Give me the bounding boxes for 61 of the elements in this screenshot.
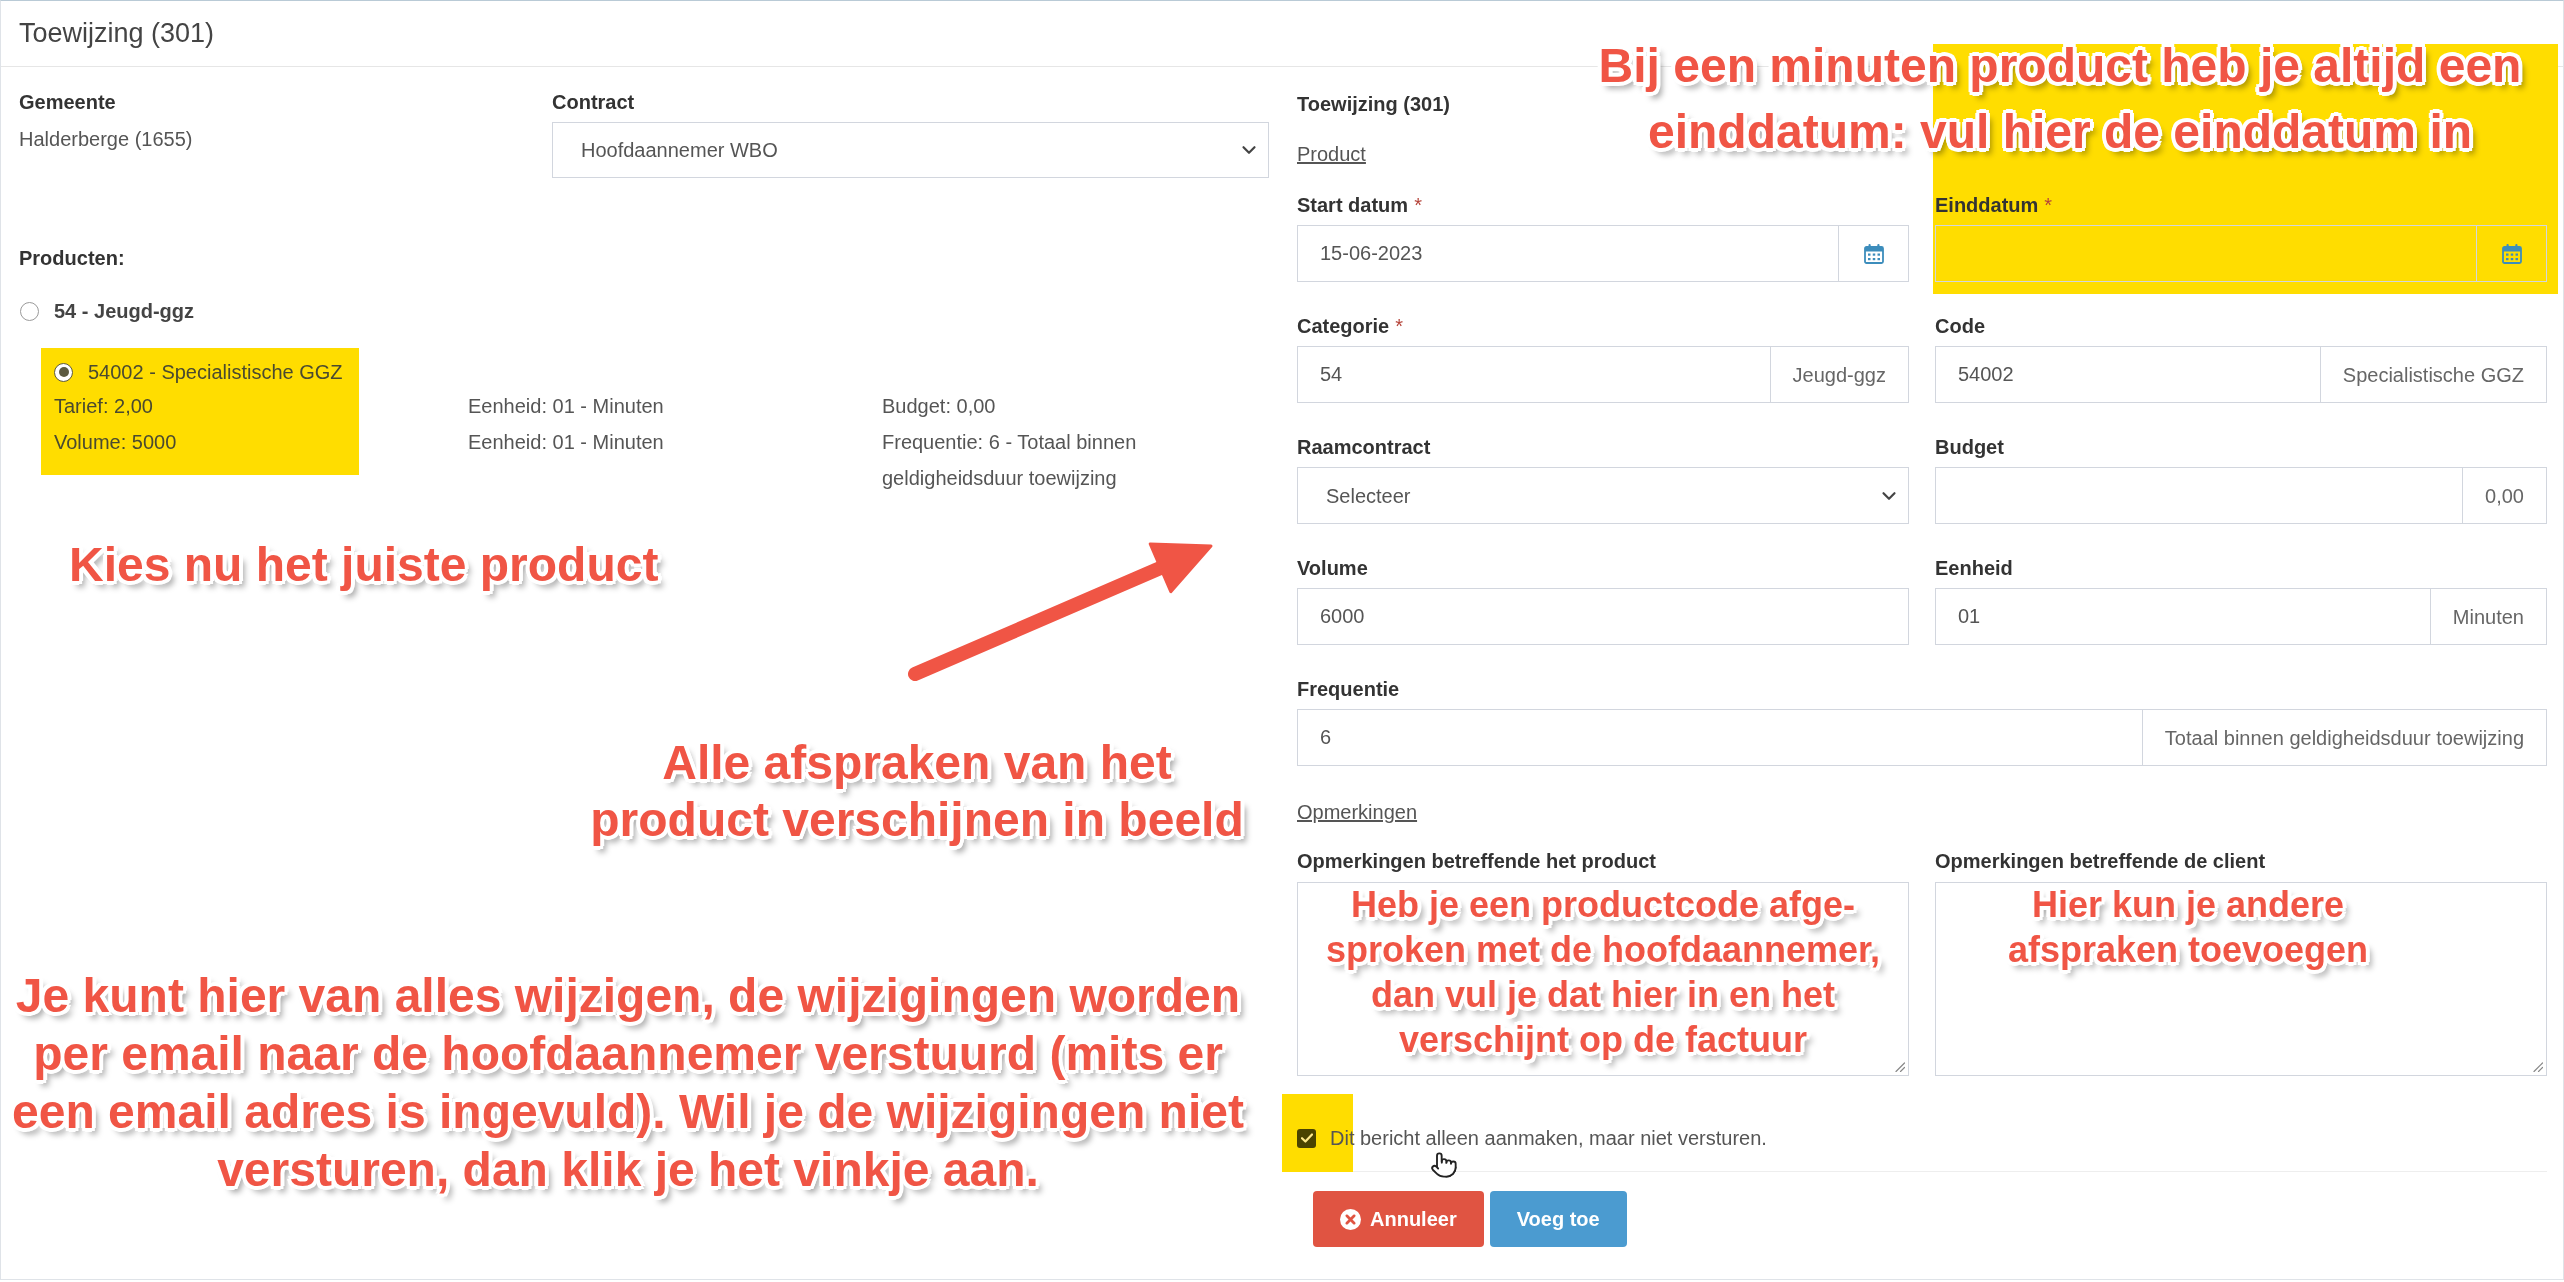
select-field[interactable]: Hoofdaannemer WBO (552, 122, 1269, 178)
section-link[interactable]: Product (1297, 142, 1366, 166)
calendar-button[interactable] (1839, 225, 1909, 282)
field-label: Eenheid (1935, 556, 2013, 580)
text-input[interactable] (1935, 467, 2464, 524)
check-icon (1300, 1133, 1313, 1143)
input-addon: Minuten (2430, 588, 2547, 645)
form-title: Toewijzing (301) (1297, 92, 1450, 116)
field-label: Budget (1935, 435, 2004, 459)
callout-text: Hier kun je andere afspraken toevoegen (2006, 883, 2370, 972)
resize-grip-icon (1895, 1062, 1905, 1072)
callout-text: Je kunt hier van alles wijzigen, de wijzigingen worden per email naar de hoofdaannemer verstuurd (mits er een email adres is ingevuld). Wil je de wijzigingen niet versturen, dan klik je het vinkje aan. (11, 968, 1245, 1198)
field-label: Raamcontract (1297, 435, 1431, 459)
field-label: Einddatum (1935, 193, 2039, 217)
field-label: Code (1935, 314, 1985, 338)
required-mark: * (1395, 314, 1404, 338)
text-input[interactable]: 6 (1297, 709, 2143, 766)
product-detail: Tarief: 2,00 (54, 395, 153, 417)
callout-text: Heb je een productcode afge- sproken met de hoofdaannemer, dan vul je dat hier in en het verschijnt op de factuur (1325, 883, 1881, 1062)
required-mark: * (1414, 193, 1422, 217)
section-link[interactable]: Opmerkingen (1297, 800, 1418, 824)
hand-cursor-icon (1430, 1151, 1458, 1179)
text-input[interactable]: 54002 (1935, 346, 2321, 403)
input-addon: Totaal binnen geldigheidsduur toewijzing (2142, 709, 2547, 766)
x-circle-icon (1340, 1208, 1361, 1230)
input-addon: Jeugd-ggz (1770, 346, 1909, 403)
field-label: Contract (552, 90, 635, 114)
resize-grip-icon (2533, 1062, 2543, 1072)
field-label: Categorie (1297, 314, 1390, 338)
field-label: Frequentie (1297, 677, 1400, 701)
product-detail: Frequentie: 6 - Totaal binnen geldigheidsduur toewijzing (882, 431, 1137, 489)
field-label: Opmerkingen betreffende de client (1935, 849, 2266, 873)
required-mark: * (2044, 193, 2053, 217)
text-input[interactable]: 01 (1935, 588, 2431, 645)
product-label: 54 - Jeugd-ggz (54, 299, 194, 323)
product-label: 54002 - Specialistische GGZ (88, 360, 343, 385)
text-input[interactable]: 6000 (1297, 588, 1909, 645)
date-input[interactable] (1935, 225, 2477, 282)
field-label: Gemeente (19, 90, 116, 114)
input-addon: Specialistische GGZ (2320, 346, 2547, 403)
calendar-button[interactable] (2477, 225, 2547, 282)
radio-button[interactable] (20, 301, 39, 321)
product-detail: Volume: 5000 (54, 431, 177, 453)
select-field[interactable]: Selecteer (1297, 467, 1909, 524)
input-addon: 0,00 (2463, 467, 2547, 524)
product-detail: Eenheid: 01 - Minuten (468, 431, 664, 453)
page-title: Toewijzing (301) (19, 17, 215, 51)
calendar-icon (2501, 243, 2522, 264)
cancel-button[interactable]: Annuleer (1313, 1191, 1484, 1247)
product-detail: Eenheid: 01 - Minuten (468, 395, 664, 417)
callout-text: Kies nu het juiste product (69, 537, 660, 593)
field-label: Start datum (1297, 193, 1409, 217)
field-value: Halderberge (1655) (19, 127, 193, 151)
text-input[interactable]: 54 (1297, 346, 1771, 403)
field-label: Volume (1297, 556, 1368, 580)
product-detail: Budget: 0,00 (882, 395, 996, 417)
section-heading: Producten: (19, 246, 125, 270)
calendar-icon (1863, 243, 1884, 264)
field-label: Opmerkingen betreffende het product (1297, 849, 1656, 873)
date-input[interactable]: 15-06-2023 (1297, 225, 1839, 282)
callout-text: Alle afspraken van het product verschijnen in beeld (589, 735, 1245, 848)
